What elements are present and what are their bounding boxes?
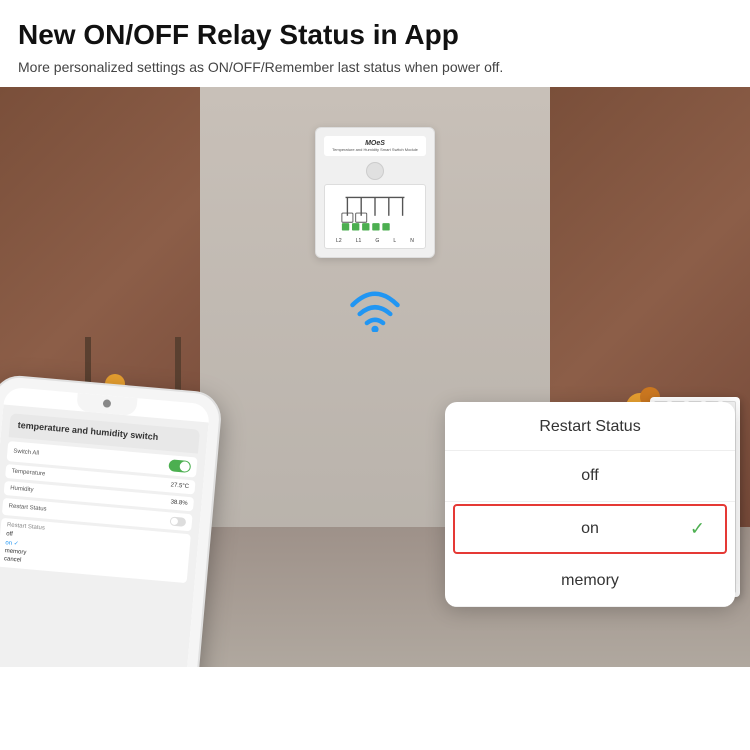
phone-screen: temperature and humidity switch Switch A… <box>0 387 210 667</box>
humidity-label: Humidity <box>10 485 34 493</box>
page-subtitle: More personalized settings as ON/OFF/Rem… <box>18 58 732 78</box>
phone-rows: Switch All Temperature 27.5°C Humidity 3… <box>2 441 198 531</box>
wiring-label-g: G <box>375 238 379 244</box>
temp-value: 27.5°C <box>170 482 189 490</box>
device-label: MOeS Temperature and Humidity Smart Swit… <box>324 136 426 156</box>
temp-label: Temperature <box>11 468 45 477</box>
popup-option-off[interactable]: off <box>445 451 735 502</box>
status-label: Restart Status <box>8 504 46 513</box>
humidity-value: 38.8% <box>170 499 187 506</box>
popup-title-row: Restart Status <box>445 402 735 451</box>
popup-option-memory[interactable]: memory <box>445 556 735 607</box>
device-brand: MOeS <box>328 140 422 147</box>
phone-app-title: temperature and humidity switch <box>17 420 191 447</box>
wiring-label-l1: L1 <box>356 238 362 244</box>
check-icon: ✓ <box>690 519 705 540</box>
wiring-diagram <box>329 191 421 236</box>
reset-button[interactable] <box>366 162 384 180</box>
popup-title: Restart Status <box>539 418 640 435</box>
smart-device: MOeS Temperature and Humidity Smart Swit… <box>315 127 435 258</box>
switch-all-label: Switch All <box>13 448 39 456</box>
wifi-icon <box>345 287 405 332</box>
phone-outer: temperature and humidity switch Switch A… <box>0 374 223 667</box>
device-button-area <box>324 162 426 180</box>
status-toggle[interactable] <box>170 516 187 526</box>
wiring-labels: L2 L1 G L N <box>329 238 421 244</box>
phone-screen-content: temperature and humidity switch Switch A… <box>0 405 209 667</box>
wiring-svg <box>329 191 421 236</box>
wiring-label-l: L <box>393 238 396 244</box>
switch-toggle[interactable] <box>168 459 191 473</box>
device-wiring: L2 L1 G L N <box>324 184 426 249</box>
wiring-label-l2: L2 <box>336 238 342 244</box>
phone-camera-icon <box>103 399 112 408</box>
wifi-svg <box>345 287 405 332</box>
restart-status-popup: Restart Status off on ✓ memory <box>445 402 735 607</box>
device-model: Temperature and Humidity Smart Switch Mo… <box>328 147 422 152</box>
header-section: New ON/OFF Relay Status in App More pers… <box>0 0 750 87</box>
phone: temperature and humidity switch Switch A… <box>0 374 223 667</box>
page-title: New ON/OFF Relay Status in App <box>18 18 732 52</box>
device-box: MOeS Temperature and Humidity Smart Swit… <box>315 127 435 258</box>
popup-option-on[interactable]: on ✓ <box>453 504 727 554</box>
wiring-label-n: N <box>410 238 414 244</box>
main-image-area: MOeS Temperature and Humidity Smart Swit… <box>0 87 750 667</box>
